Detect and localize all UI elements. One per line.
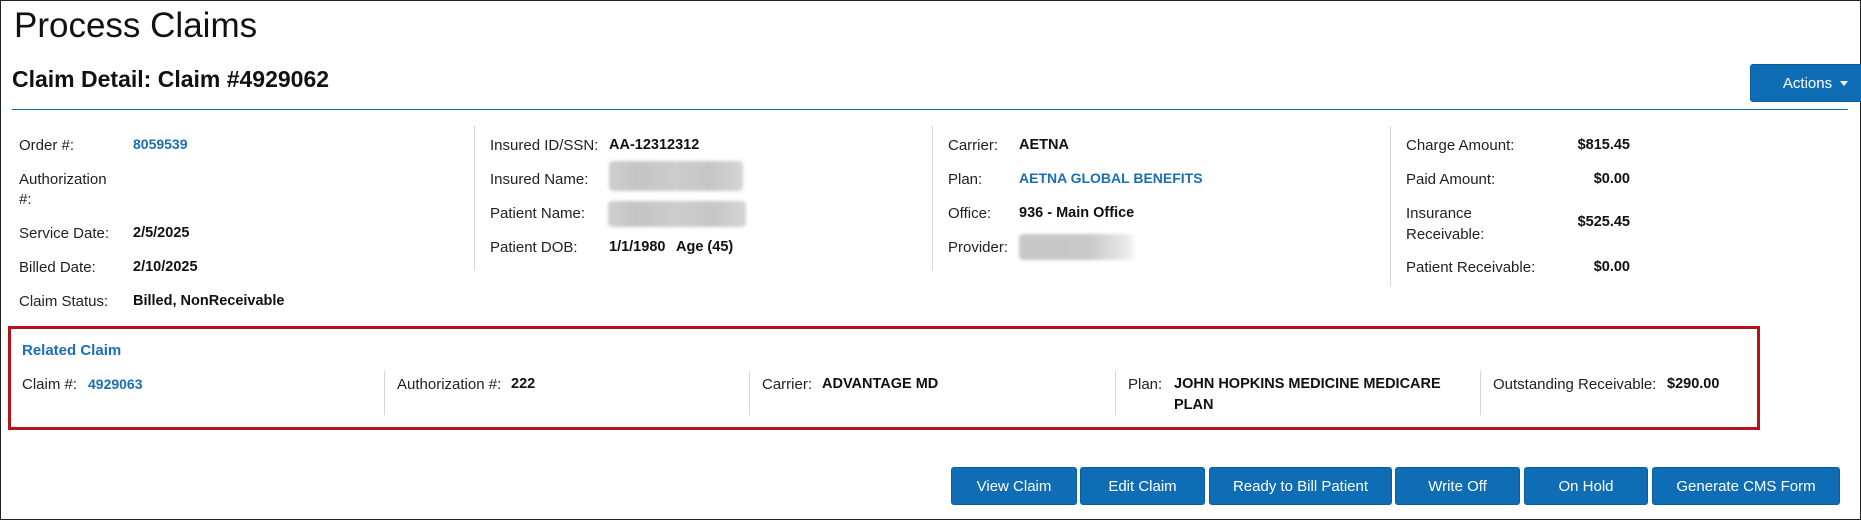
insured-id-label: Insured ID/SSN: xyxy=(490,137,599,154)
carrier-label: Carrier: xyxy=(948,137,999,154)
insured-name-redacted xyxy=(609,161,743,191)
related-column-divider xyxy=(384,371,385,415)
related-claim-title: Related Claim xyxy=(22,342,122,359)
order-number-label: Order #: xyxy=(19,137,75,154)
office-value: 936 - Main Office xyxy=(1019,205,1135,221)
related-claim-number-label: Claim #: xyxy=(22,376,78,393)
claim-status-value: Billed, NonReceivable xyxy=(133,293,285,309)
page-title: Process Claims xyxy=(14,6,258,45)
plan-label: Plan: xyxy=(948,171,983,188)
charge-amount-value: $815.45 xyxy=(1577,137,1630,153)
patient-dob-value: 1/1/1980 xyxy=(609,239,666,255)
patient-dob-label: Patient DOB: xyxy=(490,239,578,256)
related-plan-value-line2: PLAN xyxy=(1174,397,1214,413)
insurance-receivable-label: Insurance Receivable: xyxy=(1406,205,1485,243)
related-authorization-value: 222 xyxy=(511,376,536,392)
write-off-button[interactable]: Write Off xyxy=(1395,467,1520,505)
patient-receivable-value: $0.00 xyxy=(1593,259,1630,275)
related-plan-value-line1: JOHN HOPKINS MEDICINE MEDICARE xyxy=(1174,376,1441,392)
authorization-label: Authorization #: xyxy=(19,171,107,208)
claim-status-label: Claim Status: xyxy=(19,293,109,310)
provider-redacted xyxy=(1019,234,1137,260)
related-column-divider xyxy=(749,371,750,415)
on-hold-button[interactable]: On Hold xyxy=(1524,467,1648,505)
related-plan-label: Plan: xyxy=(1128,376,1163,393)
insured-name-label: Insured Name: xyxy=(490,171,589,188)
outstanding-receivable-label: Outstanding Receivable: xyxy=(1493,376,1657,393)
actions-label: Actions xyxy=(1782,74,1833,92)
related-claim-number-link[interactable]: 4929063 xyxy=(88,375,143,394)
charge-amount-label: Charge Amount: xyxy=(1406,137,1515,154)
paid-amount-label: Paid Amount: xyxy=(1406,171,1496,188)
provider-label: Provider: xyxy=(948,239,1009,256)
service-date-label: Service Date: xyxy=(19,225,110,242)
generate-cms-form-button[interactable]: Generate CMS Form xyxy=(1652,467,1840,505)
order-number-link[interactable]: 8059539 xyxy=(133,135,188,154)
caret-down-icon xyxy=(1840,80,1849,86)
office-label: Office: xyxy=(948,205,992,222)
related-column-divider xyxy=(1115,371,1116,415)
patient-age-value: Age (45) xyxy=(676,239,734,255)
claim-detail-title: Claim Detail: Claim #4929062 xyxy=(12,66,330,92)
view-claim-button[interactable]: View Claim xyxy=(951,467,1077,505)
billed-date-value: 2/10/2025 xyxy=(133,259,198,275)
related-carrier-label: Carrier: xyxy=(762,376,813,393)
related-carrier-value: ADVANTAGE MD xyxy=(822,376,939,392)
carrier-value: AETNA xyxy=(1019,137,1069,153)
edit-claim-button[interactable]: Edit Claim xyxy=(1080,467,1205,505)
column-divider xyxy=(474,126,475,270)
related-column-divider xyxy=(1480,371,1481,415)
service-date-value: 2/5/2025 xyxy=(133,225,190,241)
patient-name-redacted xyxy=(608,201,746,227)
insurance-receivable-value: $525.45 xyxy=(1577,214,1630,230)
paid-amount-value: $0.00 xyxy=(1593,171,1630,187)
ready-to-bill-patient-button[interactable]: Ready to Bill Patient xyxy=(1209,467,1392,505)
plan-link[interactable]: AETNA GLOBAL BENEFITS xyxy=(1019,169,1203,188)
patient-receivable-label: Patient Receivable: xyxy=(1406,259,1536,276)
outstanding-receivable-value: $290.00 xyxy=(1667,376,1720,392)
header-divider xyxy=(12,109,1848,110)
related-claim-panel: Related Claim Claim #: 4929063 Authoriza… xyxy=(8,326,1760,430)
column-divider xyxy=(1390,126,1391,286)
patient-name-label: Patient Name: xyxy=(490,205,586,222)
related-authorization-label: Authorization #: xyxy=(397,376,502,393)
insured-id-value: AA-12312312 xyxy=(609,137,700,153)
column-divider xyxy=(932,126,933,270)
actions-dropdown-button[interactable]: Actions xyxy=(1750,64,1861,102)
billed-date-label: Billed Date: xyxy=(19,259,96,276)
